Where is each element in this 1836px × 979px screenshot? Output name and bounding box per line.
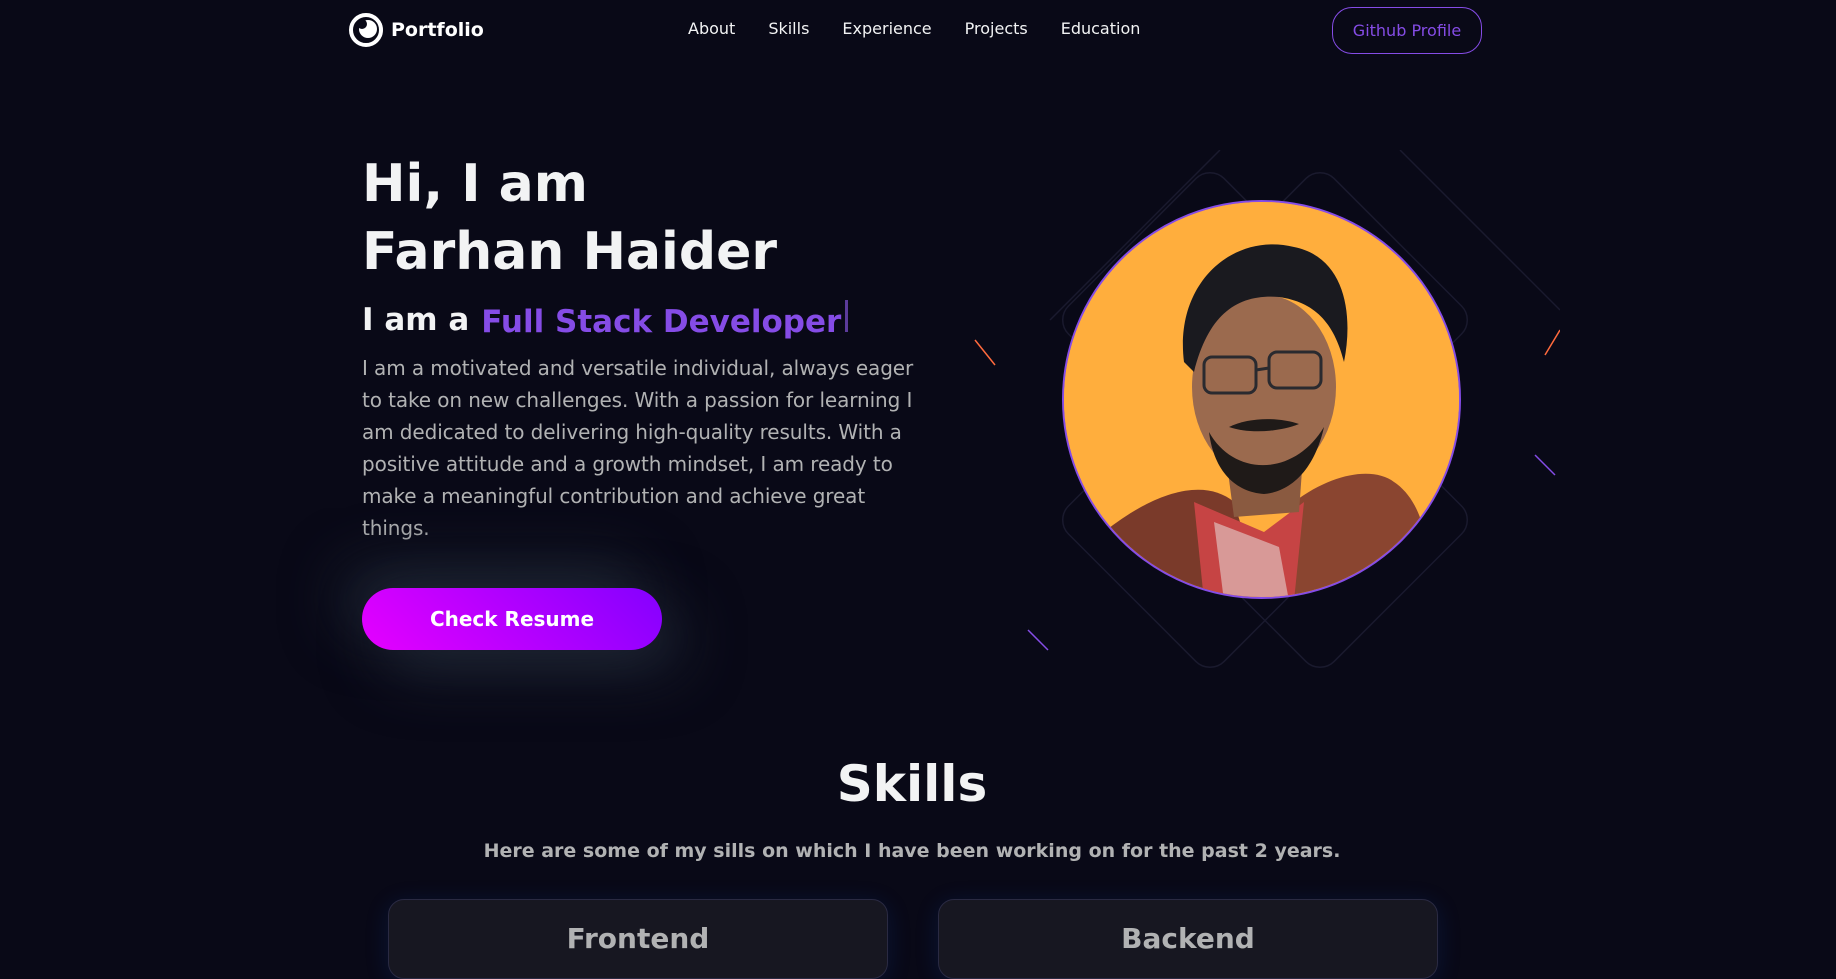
skill-card-backend: Backend [938, 899, 1438, 979]
spark-bottom [1027, 629, 1049, 651]
nav-links: About Skills Experience Projects Educati… [688, 19, 1140, 38]
avatar-portrait [1064, 202, 1459, 597]
role-typewriter: Full Stack Developer [481, 300, 849, 340]
nav-link-about[interactable]: About [688, 19, 735, 38]
hero-intro: Hi, I am Farhan Haider I am a Full Stack… [362, 150, 922, 544]
brand-name: Portfolio [391, 19, 484, 41]
skill-card-frontend: Frontend [388, 899, 888, 979]
skill-card-title: Backend [1121, 922, 1255, 955]
nav-link-skills[interactable]: Skills [768, 19, 809, 38]
hero-title: Hi, I am Farhan Haider [362, 150, 922, 286]
hero-name: Farhan Haider [362, 222, 778, 282]
nav-link-projects[interactable]: Projects [965, 19, 1028, 38]
navbar: Portfolio About Skills Experience Projec… [0, 0, 1836, 60]
skills-description: Here are some of my sills on which I hav… [483, 840, 1341, 862]
hero-greeting: Hi, I am [362, 154, 588, 214]
nav-link-experience[interactable]: Experience [842, 19, 931, 38]
spark-right [1544, 329, 1560, 356]
github-profile-button[interactable]: Github Profile [1332, 7, 1482, 54]
nav-link-education[interactable]: Education [1061, 19, 1141, 38]
brand-link[interactable]: Portfolio [349, 13, 484, 47]
profile-avatar [1062, 200, 1461, 599]
role-prefix: I am a [362, 302, 470, 338]
spark-left [974, 339, 996, 366]
spark-right-violet [1534, 454, 1556, 476]
role-text: Full Stack Developer [481, 304, 842, 340]
hero-role-line: I am a Full Stack Developer [362, 300, 922, 340]
check-resume-button[interactable]: Check Resume [362, 588, 662, 650]
skill-card-title: Frontend [566, 922, 710, 955]
skills-title: Skills [836, 755, 988, 813]
logo-icon [349, 13, 383, 47]
typing-cursor [845, 300, 849, 332]
hero-description: I am a motivated and versatile individua… [362, 356, 914, 540]
